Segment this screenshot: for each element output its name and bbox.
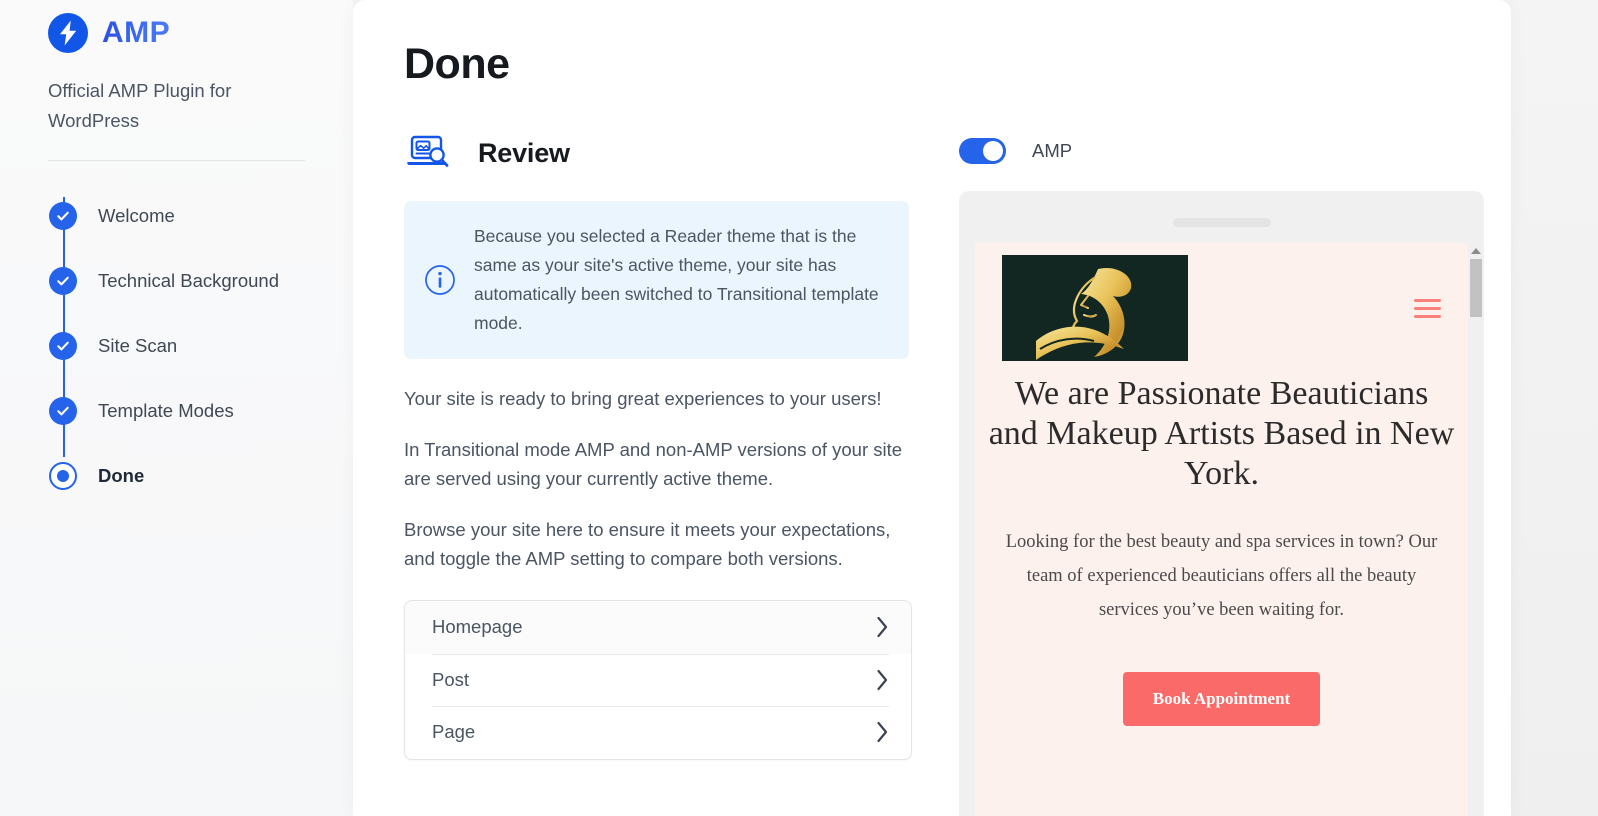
laptop-magnifier-icon	[404, 132, 452, 174]
preview-link-list: Homepage Post Page	[404, 600, 912, 760]
preview-link-homepage[interactable]: Homepage	[405, 601, 911, 654]
amp-lightning-icon	[48, 13, 88, 53]
current-dot-icon	[49, 461, 77, 490]
hamburger-line	[1414, 299, 1441, 302]
site-logo-image	[1002, 255, 1188, 361]
scrollbar-thumb[interactable]	[1470, 259, 1482, 317]
sidebar-divider	[48, 160, 305, 161]
preview-column: AMP We are Passionate Beauticians and Ma…	[959, 128, 1489, 816]
site-hero-subheading: Looking for the best beauty and spa serv…	[1005, 532, 1438, 620]
sidebar-step-label: Site Scan	[98, 334, 178, 356]
current-step-dot	[57, 469, 69, 482]
review-paragraph-3: Browse your site here to ensure it meets…	[404, 519, 891, 569]
sidebar-step-template-modes[interactable]: Template Modes	[48, 378, 305, 443]
amp-toggle-label: AMP	[1032, 140, 1073, 161]
check-icon	[49, 396, 77, 425]
brand-tagline: Official AMP Plugin for WordPress	[48, 80, 232, 131]
review-column: Review Because you selected a Reader the…	[404, 128, 912, 760]
book-appointment-button[interactable]: Book Appointment	[1122, 672, 1321, 726]
preview-scrollbar[interactable]	[1468, 243, 1484, 816]
preview-link-page[interactable]: Page	[405, 706, 911, 759]
scroll-up-arrow-icon[interactable]	[1471, 248, 1481, 254]
preview-link-label: Homepage	[432, 616, 523, 638]
chevron-right-icon	[876, 669, 889, 691]
brand-name: AMP	[102, 16, 171, 49]
page-title: Done	[404, 40, 510, 88]
sidebar-step-label: Done	[98, 464, 145, 486]
sidebar-step-label: Welcome	[98, 204, 175, 226]
review-heading-row: Review	[404, 128, 909, 178]
hamburger-line	[1414, 315, 1441, 318]
transitional-mode-notice: Because you selected a Reader theme that…	[404, 201, 909, 359]
main-content-card: Done Review Because you selected a Reade…	[353, 0, 1511, 816]
amp-toggle-knob	[983, 141, 1003, 161]
device-screen[interactable]: We are Passionate Beauticians and Makeup…	[975, 243, 1468, 816]
chevron-right-icon	[876, 616, 889, 638]
review-paragraph-1: Your site is ready to bring great experi…	[404, 388, 882, 409]
wizard-sidebar: AMP Official AMP Plugin for WordPress We…	[0, 0, 353, 816]
amp-toggle[interactable]	[959, 138, 1006, 164]
chevron-right-icon	[876, 721, 889, 743]
site-topbar	[975, 243, 1468, 361]
check-icon	[49, 331, 77, 360]
sidebar-step-technical-background[interactable]: Technical Background	[48, 248, 305, 313]
sidebar-step-done[interactable]: Done	[48, 443, 305, 508]
check-icon	[49, 266, 77, 295]
sidebar-step-label: Template Modes	[98, 399, 234, 421]
device-speaker	[1172, 218, 1271, 227]
device-preview-frame: We are Passionate Beauticians and Makeup…	[959, 191, 1484, 816]
site-cta-wrapper: Book Appointment	[975, 672, 1468, 726]
wizard-step-list: Welcome Technical Background Site Scan Temp…	[48, 183, 305, 508]
brand-header: AMP	[48, 0, 305, 58]
review-paragraph-2: In Transitional mode AMP and non-AMP ver…	[404, 439, 903, 489]
preview-link-label: Post	[432, 668, 470, 690]
amp-toggle-row: AMP	[959, 128, 1489, 174]
hamburger-line	[1414, 307, 1441, 310]
site-hero-heading: We are Passionate Beauticians and Makeup…	[988, 375, 1455, 492]
preview-link-label: Page	[432, 721, 476, 743]
sidebar-step-label: Technical Background	[98, 269, 279, 291]
preview-link-post[interactable]: Post	[405, 653, 911, 707]
sidebar-step-welcome[interactable]: Welcome	[48, 183, 305, 248]
review-title: Review	[478, 137, 570, 168]
sidebar-step-site-scan[interactable]: Site Scan	[48, 313, 305, 378]
info-icon	[424, 264, 456, 296]
notice-text: Because you selected a Reader theme that…	[474, 226, 879, 333]
hamburger-menu-icon[interactable]	[1414, 299, 1441, 323]
check-icon	[49, 201, 77, 230]
